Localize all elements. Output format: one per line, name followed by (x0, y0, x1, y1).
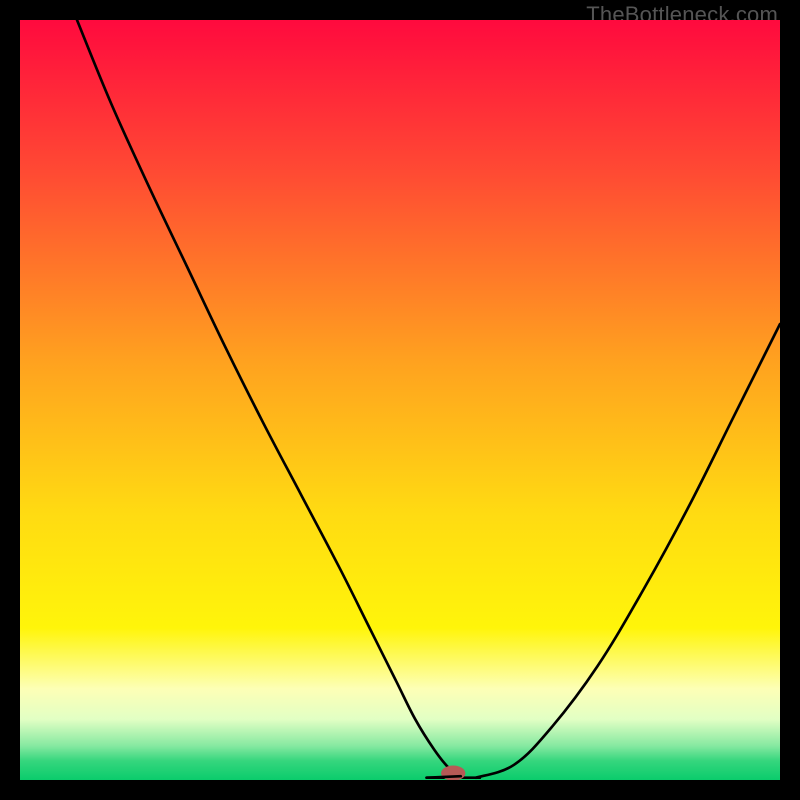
plot-area (20, 20, 780, 780)
chart-frame: TheBottleneck.com (0, 0, 800, 800)
bottleneck-chart (20, 20, 780, 780)
gradient-background (20, 20, 780, 780)
